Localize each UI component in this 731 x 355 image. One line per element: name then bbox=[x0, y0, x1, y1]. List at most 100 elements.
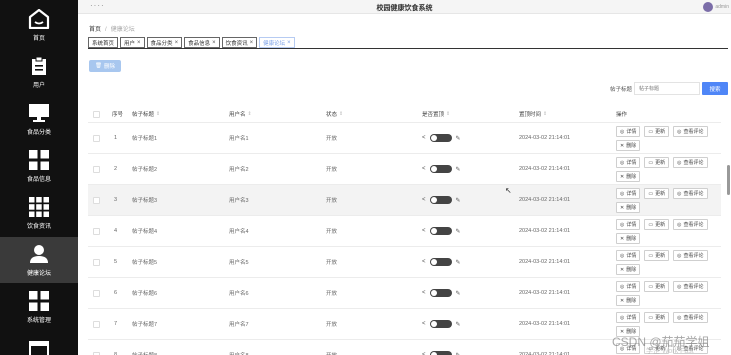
close-icon[interactable]: × bbox=[250, 40, 254, 46]
sidebar-item-label: 健康论坛 bbox=[26, 270, 51, 277]
pin-toggle[interactable] bbox=[429, 227, 452, 235]
close-icon[interactable]: × bbox=[175, 40, 179, 46]
avatar[interactable] bbox=[703, 2, 713, 12]
edit-button[interactable]: ▭ 更新 bbox=[644, 219, 670, 230]
sidebar-item-food-info[interactable]: 食品信息 bbox=[0, 143, 78, 189]
pin-toggle[interactable] bbox=[429, 134, 452, 142]
user-name[interactable]: admin bbox=[715, 4, 729, 10]
row-checkbox[interactable] bbox=[93, 216, 100, 246]
view-comments-button[interactable]: ◎ 查看评论 bbox=[673, 312, 708, 323]
sidebar-item-health-forum[interactable]: 健康论坛 bbox=[0, 237, 78, 283]
row-user: 用户名8 bbox=[229, 340, 249, 355]
sidebar-item-food-category[interactable]: 食品分类 bbox=[0, 96, 78, 142]
folder-icon: ▭ bbox=[648, 283, 654, 290]
header-time[interactable]: 置顶时间 ⇕ bbox=[519, 105, 547, 123]
close-icon[interactable]: × bbox=[212, 40, 216, 46]
row-checkbox[interactable] bbox=[93, 247, 100, 277]
detail-button[interactable]: ◎ 详情 bbox=[616, 219, 641, 230]
header-status[interactable]: 状态 ⇕ bbox=[326, 105, 343, 123]
edit-button[interactable]: ▭ 更新 bbox=[644, 157, 670, 168]
pin-toggle[interactable] bbox=[429, 289, 452, 297]
tab-health-forum[interactable]: 健康论坛 × bbox=[259, 37, 295, 48]
breadcrumb-home[interactable]: 首页 bbox=[89, 27, 101, 33]
view-comments-button[interactable]: ◎ 查看评论 bbox=[673, 157, 708, 168]
select-all-checkbox[interactable] bbox=[93, 105, 100, 123]
delete-button[interactable]: ✕ 删除 bbox=[616, 233, 641, 244]
share-icon: < bbox=[422, 197, 426, 203]
view-comments-button[interactable]: ◎ 查看评论 bbox=[673, 219, 708, 230]
row-checkbox[interactable] bbox=[93, 154, 100, 184]
tab-users[interactable]: 用户 × bbox=[120, 37, 145, 48]
header-title[interactable]: 帖子标题 ⇕ bbox=[132, 105, 160, 123]
view-comments-button[interactable]: ◎ 查看评论 bbox=[673, 188, 708, 199]
edit-icon[interactable]: ✎ bbox=[456, 228, 461, 235]
pin-toggle[interactable] bbox=[429, 258, 452, 266]
sidebar-item-diet-news[interactable]: 饮食资讯 bbox=[0, 190, 78, 236]
folder-icon: ▭ bbox=[648, 252, 654, 259]
eye-icon: ◎ bbox=[677, 252, 682, 259]
row-user: 用户名7 bbox=[229, 322, 249, 328]
view-comments-button[interactable]: ◎ 查看评论 bbox=[673, 126, 708, 137]
delete-button[interactable]: ✕ 删除 bbox=[616, 264, 641, 275]
window-icon bbox=[29, 341, 49, 355]
folder-icon: ▭ bbox=[648, 128, 654, 135]
search-button[interactable]: 搜索 bbox=[702, 82, 728, 95]
row-checkbox[interactable] bbox=[93, 278, 100, 308]
eye-icon: ◎ bbox=[677, 314, 682, 321]
close-icon[interactable]: × bbox=[137, 40, 141, 46]
sidebar-item-users[interactable]: 用户 bbox=[0, 49, 78, 95]
tab-food-info[interactable]: 食品信息 × bbox=[184, 37, 220, 48]
batch-delete-button[interactable]: 🗑 删除 bbox=[89, 60, 121, 72]
view-comments-button[interactable]: ◎ 查看评论 bbox=[673, 281, 708, 292]
row-checkbox[interactable] bbox=[93, 185, 100, 215]
tab-food-category[interactable]: 食品分类 × bbox=[146, 37, 183, 48]
edit-icon[interactable]: ✎ bbox=[456, 135, 461, 142]
tab-diet-news[interactable]: 饮食资讯 × bbox=[221, 37, 258, 48]
edit-icon[interactable]: ✎ bbox=[456, 259, 461, 266]
edit-button[interactable]: ▭ 更新 bbox=[644, 126, 670, 137]
delete-button[interactable]: ✕ 删除 bbox=[616, 295, 641, 306]
detail-button[interactable]: ◎ 详情 bbox=[616, 126, 641, 137]
detail-button[interactable]: ◎ 详情 bbox=[616, 281, 641, 292]
sidebar-item-more[interactable] bbox=[0, 331, 78, 355]
edit-icon[interactable]: ✎ bbox=[456, 290, 461, 297]
row-status: 开放 bbox=[326, 229, 338, 235]
detail-button[interactable]: ◎ 详情 bbox=[616, 312, 641, 323]
delete-button[interactable]: ✕ 删除 bbox=[616, 140, 641, 151]
row-actions: ◎详情▭更新◎查看评论 ✕删除 bbox=[616, 219, 721, 244]
top-bar: ···· 校园健康饮食系统 admin bbox=[78, 0, 731, 14]
delete-button[interactable]: ✕ 删除 bbox=[616, 202, 641, 213]
scrollbar[interactable] bbox=[727, 165, 730, 195]
pin-toggle[interactable] bbox=[429, 351, 452, 355]
pin-toggle[interactable] bbox=[429, 196, 452, 204]
delete-button[interactable]: ✕ 删除 bbox=[616, 171, 641, 182]
close-icon[interactable]: × bbox=[287, 40, 291, 46]
edit-button[interactable]: ▭ 更新 bbox=[644, 250, 670, 261]
tab-home[interactable]: 系统首页 bbox=[88, 37, 119, 48]
detail-button[interactable]: ◎ 详情 bbox=[616, 250, 641, 261]
header-user[interactable]: 用户名 ⇕ bbox=[229, 105, 252, 123]
view-comments-button[interactable]: ◎ 查看评论 bbox=[673, 250, 708, 261]
row-checkbox[interactable] bbox=[93, 340, 100, 355]
row-checkbox[interactable] bbox=[93, 309, 100, 339]
edit-button[interactable]: ▭ 更新 bbox=[644, 188, 670, 199]
edit-button[interactable]: ▭ 更新 bbox=[644, 312, 670, 323]
row-index: 2 bbox=[114, 166, 118, 172]
detail-button[interactable]: ◎ 详情 bbox=[616, 188, 641, 199]
edit-icon[interactable]: ✎ bbox=[456, 166, 461, 173]
header-pinned[interactable]: 是否置顶 ⇕ bbox=[422, 105, 450, 123]
table-row: 3 帖子标题3 用户名3 开放 < ✎ 2024-03-02 21:14:01 ◎ 详情 ▭ 更新 ◎… bbox=[88, 185, 721, 216]
row-user: 用户名4 bbox=[229, 229, 249, 235]
detail-button[interactable]: ◎ 详情 bbox=[616, 157, 641, 168]
sidebar-item-home[interactable]: 首页 bbox=[0, 2, 78, 48]
pin-toggle[interactable] bbox=[429, 165, 452, 173]
row-checkbox[interactable] bbox=[93, 123, 100, 153]
edit-icon[interactable]: ✎ bbox=[456, 321, 461, 328]
edit-button[interactable]: ▭ 更新 bbox=[644, 281, 670, 292]
edit-icon[interactable]: ✎ bbox=[456, 197, 461, 204]
edit-icon[interactable]: ✎ bbox=[456, 352, 461, 355]
pin-toggle[interactable] bbox=[429, 320, 452, 328]
tab-label: 食品信息 bbox=[188, 40, 211, 47]
search-input[interactable] bbox=[634, 82, 700, 95]
sidebar-item-system[interactable]: 系统管理 bbox=[0, 284, 78, 330]
